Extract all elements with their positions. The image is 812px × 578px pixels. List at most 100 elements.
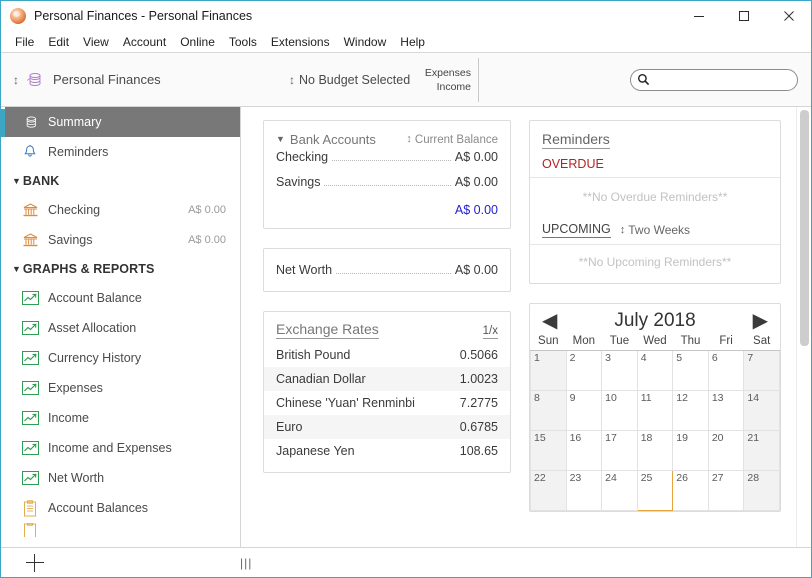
reminders-upcoming-label[interactable]: UPCOMING: [542, 222, 611, 238]
sidebar-item-savings[interactable]: Savings A$ 0.00: [1, 225, 240, 255]
calendar-day-cell[interactable]: 23: [566, 471, 602, 511]
net-worth-label: Net Worth: [276, 263, 332, 277]
expenses-label[interactable]: Expenses: [425, 66, 471, 80]
calendar-day-cell[interactable]: 15: [531, 431, 567, 471]
calendar-weekday-header: Sun Mon Tue Wed Thu Fri Sat: [531, 334, 780, 351]
calendar-day-cell[interactable]: 17: [602, 431, 638, 471]
calendar-day-cell-today[interactable]: 25: [637, 471, 673, 511]
calendar-day-cell[interactable]: 19: [673, 431, 709, 471]
calendar-day-cell[interactable]: 28: [744, 471, 780, 511]
income-label[interactable]: Income: [437, 80, 471, 94]
budget-label: No Budget Selected: [299, 73, 410, 87]
close-button[interactable]: [766, 1, 811, 31]
exchange-rate-row[interactable]: Euro 0.6785: [264, 415, 510, 439]
calendar-day-cell[interactable]: 12: [673, 391, 709, 431]
sidebar-item-currency-history[interactable]: Currency History: [1, 343, 240, 373]
invert-rates-button[interactable]: 1/x: [483, 325, 498, 339]
calendar-day-cell[interactable]: 9: [566, 391, 602, 431]
bank-accounts-title: Bank Accounts: [290, 132, 376, 147]
budget-selector[interactable]: ↕ No Budget Selected: [289, 73, 410, 87]
calendar-day-cell[interactable]: 11: [637, 391, 673, 431]
bank-accounts-sort-selector[interactable]: ↕ Current Balance: [406, 134, 498, 146]
calendar-day-cell[interactable]: 10: [602, 391, 638, 431]
exchange-rates-title[interactable]: Exchange Rates: [276, 321, 379, 339]
exchange-rates-header: Exchange Rates 1/x: [264, 312, 510, 343]
menu-window[interactable]: Window: [337, 31, 394, 53]
sidebar-item-net-worth[interactable]: Net Worth: [1, 463, 240, 493]
currency-rate: 7.2775: [460, 396, 498, 410]
search-box[interactable]: [630, 69, 798, 91]
dot-leader: [332, 160, 451, 161]
menu-view[interactable]: View: [76, 31, 116, 53]
calendar-day-cell[interactable]: 24: [602, 471, 638, 511]
reminders-overdue-label: OVERDUE: [530, 149, 780, 178]
chevron-down-icon[interactable]: ▼: [276, 135, 285, 144]
exchange-rate-row[interactable]: Canadian Dollar 1.0023: [264, 367, 510, 391]
calendar-day-cell[interactable]: 6: [708, 351, 744, 391]
calendar-day-cell[interactable]: 2: [566, 351, 602, 391]
bank-account-row[interactable]: Checking A$ 0.00: [264, 150, 510, 175]
sidebar-item-asset-allocation[interactable]: Asset Allocation: [1, 313, 240, 343]
calendar-day-cell[interactable]: 13: [708, 391, 744, 431]
calendar-day-cell[interactable]: 21: [744, 431, 780, 471]
menu-help[interactable]: Help: [393, 31, 432, 53]
main-scrollbar-thumb[interactable]: [800, 110, 809, 346]
calendar-day-cell[interactable]: 3: [602, 351, 638, 391]
clipboard-icon: [21, 499, 39, 517]
minimize-button[interactable]: [676, 1, 721, 31]
maximize-button[interactable]: [721, 1, 766, 31]
calendar-day-cell[interactable]: 18: [637, 431, 673, 471]
sidebar-resize-handle[interactable]: |||: [240, 556, 252, 570]
sidebar-group-bank[interactable]: ▼ BANK: [1, 167, 240, 195]
menu-online[interactable]: Online: [173, 31, 222, 53]
file-selector-spinner-icon[interactable]: ↕: [13, 74, 19, 86]
calendar-day-cell[interactable]: 1: [531, 351, 567, 391]
calendar-day-cell[interactable]: 7: [744, 351, 780, 391]
sidebar-item-account-balance[interactable]: Account Balance: [1, 283, 240, 313]
calendar-day-cell[interactable]: 26: [673, 471, 709, 511]
sidebar-group-graphs-reports[interactable]: ▼ GRAPHS & REPORTS: [1, 255, 240, 283]
sidebar-scrollbar[interactable]: [1, 107, 5, 547]
menu-account[interactable]: Account: [116, 31, 173, 53]
calendar-day-cell[interactable]: 8: [531, 391, 567, 431]
sidebar-item-expenses[interactable]: Expenses: [1, 373, 240, 403]
calendar-day-cell[interactable]: 27: [708, 471, 744, 511]
exchange-rate-row[interactable]: Japanese Yen 108.65: [264, 439, 510, 463]
chart-icon: [21, 409, 39, 427]
calendar-day-cell[interactable]: 16: [566, 431, 602, 471]
menu-edit[interactable]: Edit: [41, 31, 76, 53]
menu-file[interactable]: File: [8, 31, 41, 53]
calendar-prev-month-button[interactable]: ◀: [542, 311, 557, 331]
chart-icon: [21, 349, 39, 367]
calendar-day-cell[interactable]: 5: [673, 351, 709, 391]
exchange-rate-row[interactable]: Chinese 'Yuan' Renminbi 7.2775: [264, 391, 510, 415]
search-input[interactable]: [650, 71, 797, 89]
sidebar-item-checking[interactable]: Checking A$ 0.00: [1, 195, 240, 225]
bank-account-row[interactable]: Savings A$ 0.00: [264, 175, 510, 200]
net-worth-row[interactable]: Net Worth A$ 0.00: [264, 249, 510, 291]
menu-tools[interactable]: Tools: [222, 31, 264, 53]
bank-accounts-header: ▼ Bank Accounts ↕ Current Balance: [264, 121, 510, 150]
toolbar-file-name[interactable]: Personal Finances: [53, 72, 161, 87]
sidebar-item-summary[interactable]: Summary: [1, 107, 240, 137]
add-account-button[interactable]: [26, 554, 44, 572]
reminders-title[interactable]: Reminders: [542, 131, 610, 149]
calendar-next-month-button[interactable]: ▶: [753, 311, 768, 331]
sidebar-scrollbar-thumb[interactable]: [1, 109, 5, 137]
calendar-day-cell[interactable]: 20: [708, 431, 744, 471]
calendar-day-cell[interactable]: 14: [744, 391, 780, 431]
menu-extensions[interactable]: Extensions: [264, 31, 337, 53]
status-bar: |||: [1, 547, 811, 577]
sidebar-item-income[interactable]: Income: [1, 403, 240, 433]
exchange-rate-row[interactable]: British Pound 0.5066: [264, 343, 510, 367]
sidebar-item-income-and-expenses[interactable]: Income and Expenses: [1, 433, 240, 463]
sidebar-item-label: Account Balances: [48, 501, 148, 515]
window-title: Personal Finances - Personal Finances: [34, 9, 252, 23]
reminders-period-selector[interactable]: ↕ Two Weeks: [620, 223, 690, 237]
sidebar-item-reminders[interactable]: Reminders: [1, 137, 240, 167]
sidebar-item-partial[interactable]: [1, 523, 240, 537]
calendar-day-cell[interactable]: 4: [637, 351, 673, 391]
main-scrollbar[interactable]: [796, 107, 811, 547]
sidebar-item-account-balances[interactable]: Account Balances: [1, 493, 240, 523]
calendar-day-cell[interactable]: 22: [531, 471, 567, 511]
